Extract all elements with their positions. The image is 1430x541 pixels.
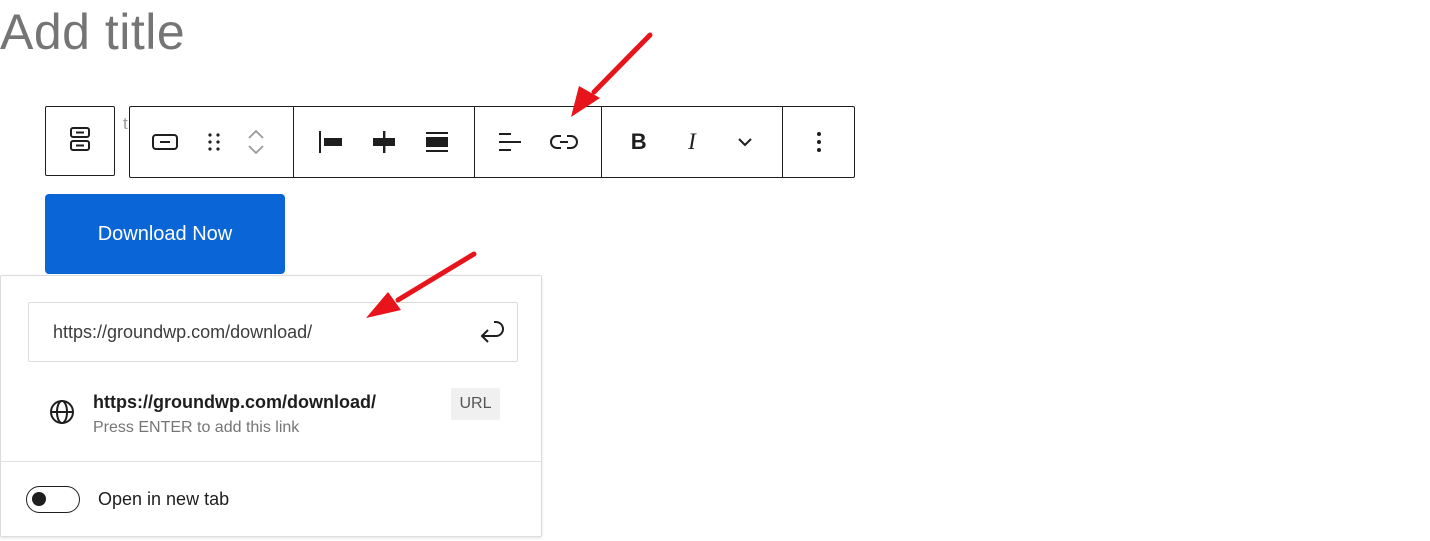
toggle-knob	[32, 492, 46, 506]
block-movers	[244, 118, 268, 166]
toolbar-group-format	[474, 107, 601, 177]
link-control-popover: https://groundwp.com/download/ Press ENT…	[0, 275, 542, 537]
suggestion-type-badge: URL	[451, 388, 500, 420]
toolbar-group-options	[782, 107, 854, 177]
open-in-new-tab-toggle[interactable]	[26, 486, 80, 513]
drag-handle-icon[interactable]	[202, 122, 226, 162]
enter-icon[interactable]	[477, 317, 507, 347]
move-up-icon[interactable]	[247, 128, 265, 140]
align-text-left-icon[interactable]	[493, 122, 527, 162]
justify-center-icon[interactable]	[367, 122, 400, 162]
suggestion-title: https://groundwp.com/download/	[93, 392, 376, 412]
arrow-to-link-button	[571, 32, 653, 117]
toolbar-group-text: B I	[601, 107, 782, 177]
suggestion-hint: Press ENTER to add this link	[93, 419, 300, 436]
download-now-button[interactable]: Download Now	[45, 194, 285, 274]
ghost-text: t	[123, 114, 128, 133]
toolbar-group-justification	[293, 107, 474, 177]
move-down-icon[interactable]	[247, 144, 265, 156]
options-icon[interactable]	[802, 122, 836, 162]
post-title-placeholder[interactable]: Add title	[0, 0, 185, 64]
italic-icon[interactable]: I	[675, 122, 708, 162]
globe-icon	[48, 398, 76, 426]
button-block-icon[interactable]	[148, 122, 182, 162]
block-toolbar: B I	[129, 106, 855, 178]
bold-icon[interactable]: B	[622, 122, 655, 162]
block-type-switcher-button[interactable]	[45, 106, 115, 176]
toolbar-group-block	[130, 107, 293, 177]
open-in-new-tab-row: Open in new tab	[1, 462, 541, 536]
justify-left-icon[interactable]	[314, 122, 347, 162]
bold-label: B	[630, 129, 647, 154]
link-icon[interactable]	[547, 122, 581, 162]
url-input[interactable]	[29, 303, 469, 361]
buttons-block-icon	[68, 126, 92, 157]
more-rich-text-controls-icon[interactable]	[729, 122, 762, 162]
italic-label: I	[688, 129, 696, 154]
url-field	[28, 302, 518, 362]
justify-space-between-icon[interactable]	[421, 122, 454, 162]
link-suggestion-item[interactable]: https://groundwp.com/download/ Press ENT…	[1, 376, 541, 460]
open-in-new-tab-label[interactable]: Open in new tab	[98, 489, 229, 510]
